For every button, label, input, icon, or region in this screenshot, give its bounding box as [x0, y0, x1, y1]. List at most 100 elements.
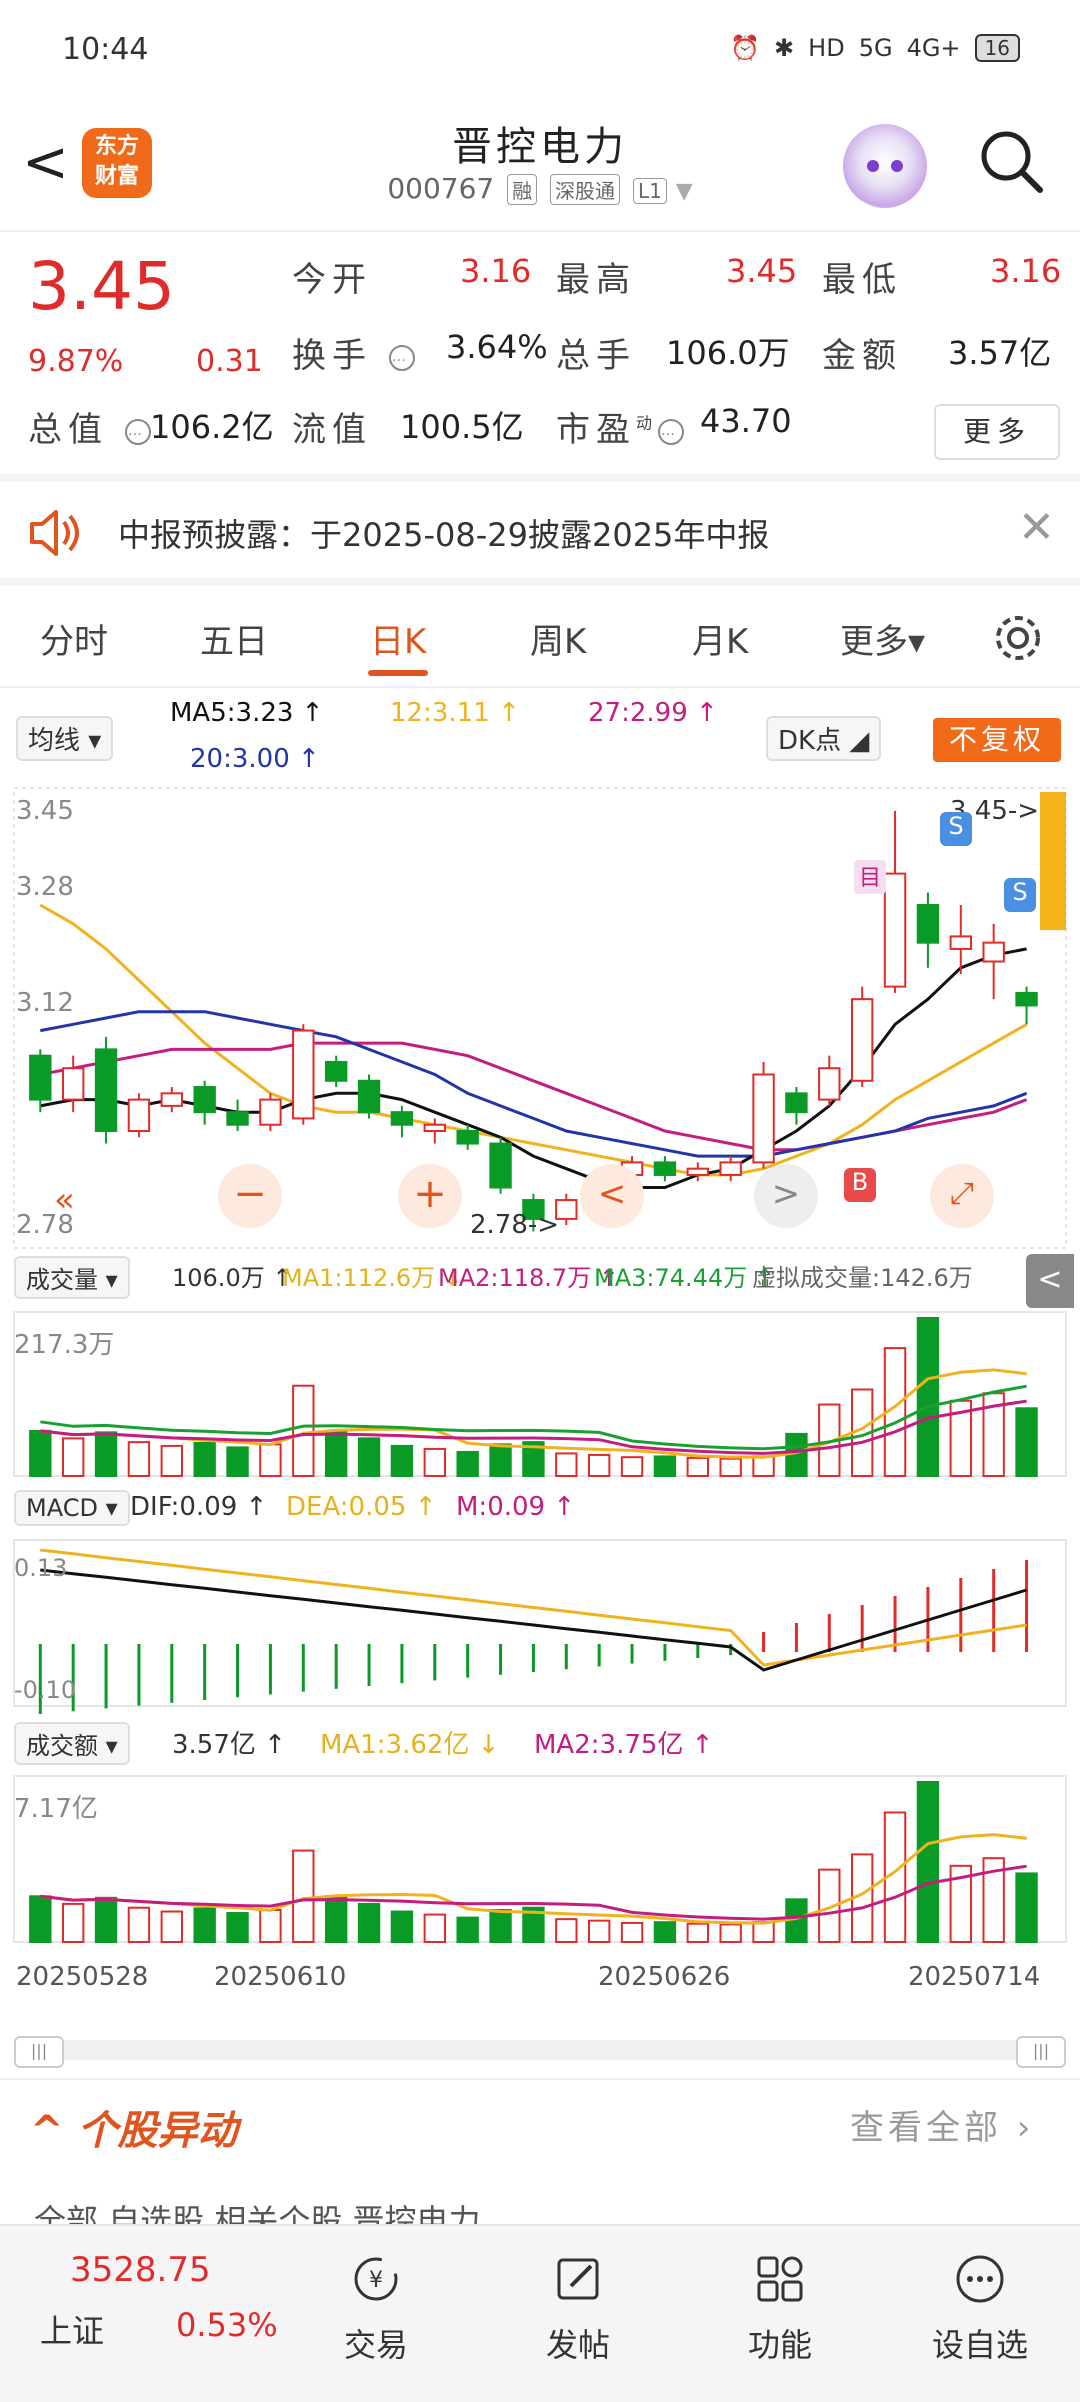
candle-body: [916, 904, 940, 944]
function-button[interactable]: 功能: [720, 2252, 840, 2366]
candle-body: [653, 1161, 677, 1176]
info-icon: …: [388, 344, 415, 371]
amount-label: 金额: [822, 336, 902, 376]
volume-bar: [61, 1437, 85, 1478]
current-price: 3.45: [28, 248, 175, 325]
rewind-icon[interactable]: «: [54, 1180, 75, 1220]
date-label-3: 20250626: [598, 1962, 731, 1992]
macd-select[interactable]: MACD ▾: [14, 1490, 130, 1526]
price-low-marker: 2.78->: [470, 1210, 560, 1240]
period-tabs: 分时 五日 日K 周K 月K 更多▾: [0, 586, 1080, 686]
zoom-out-button[interactable]: −: [218, 1164, 282, 1228]
volume-max-label: 217.3万: [14, 1330, 115, 1360]
amount-bar: [357, 1902, 381, 1944]
tab-week-k[interactable]: 周K: [530, 614, 586, 663]
candle-body: [160, 1092, 183, 1107]
scroll-right-button[interactable]: >: [754, 1164, 818, 1228]
candle-body: [818, 1067, 841, 1101]
sell-signal-1[interactable]: S: [940, 812, 972, 846]
macd-panel: [13, 1539, 1067, 1714]
volume-bar: [555, 1452, 578, 1478]
date-label-2: 20250610: [214, 1962, 347, 1992]
robot-assistant-icon[interactable]: [843, 124, 927, 208]
open-value: 3.16: [460, 252, 532, 290]
amount-bar: [686, 1922, 709, 1943]
tag-level: L1: [632, 178, 667, 204]
amount-select[interactable]: 成交额 ▾: [14, 1722, 130, 1765]
open-label: 今开: [292, 260, 372, 300]
macd-dea: DEA:0.05 ↑: [286, 1492, 437, 1522]
amount-bar: [193, 1907, 216, 1944]
zoom-in-button[interactable]: +: [398, 1164, 462, 1228]
volume-bar: [160, 1444, 183, 1478]
adjust-mode-button[interactable]: 不复权: [933, 718, 1061, 762]
ma12-legend: 12:3.11 ↑: [390, 698, 520, 728]
amt-ma1: MA1:3.62亿 ↓: [320, 1730, 500, 1760]
target-marker[interactable]: 目: [854, 860, 886, 894]
yen-exchange-icon: ¥: [354, 2257, 398, 2301]
total-cap-label: 总值 …: [28, 402, 151, 451]
buy-signal[interactable]: B: [844, 1168, 876, 1202]
quote-panel: 3.45 9.87% 0.31 今开 3.16 最高 3.45 最低 3.16 …: [0, 232, 1080, 472]
candle-body: [390, 1111, 414, 1126]
tab-day-k[interactable]: 日K: [370, 614, 426, 663]
volume-bar: [357, 1437, 381, 1478]
bottom-bar: 3528.75 上证 0.53% ¥ 交易 发帖 功能 设自选: [0, 2224, 1080, 2402]
gear-icon[interactable]: [990, 610, 1046, 666]
scroll-left-button[interactable]: <: [580, 1164, 644, 1228]
tab-five-day[interactable]: 五日: [200, 614, 268, 663]
chart-scrollbar[interactable]: [14, 2040, 1066, 2060]
amount-bar: [127, 1906, 151, 1943]
volume-bar: [29, 1429, 52, 1477]
ma20-line: [40, 1010, 1028, 1158]
pe-label: 市盈动…: [556, 402, 685, 451]
amount-bar: [916, 1781, 940, 1943]
amount-bar: [456, 1916, 479, 1943]
volume-bar: [292, 1384, 315, 1478]
scroll-handle-right[interactable]: |||: [1016, 2036, 1066, 2068]
view-all-link[interactable]: 查看全部 ›: [850, 2100, 1034, 2149]
tab-more[interactable]: 更多▾: [840, 614, 925, 663]
volume-select[interactable]: 成交量 ▾: [14, 1256, 130, 1299]
volume-value: 106.0万: [666, 334, 790, 372]
speaker-icon: [30, 510, 79, 556]
post-button[interactable]: 发帖: [518, 2252, 638, 2366]
expand-panel-icon[interactable]: <: [1026, 1254, 1074, 1308]
section-divider: [0, 2078, 1080, 2080]
candle-body: [29, 1054, 52, 1101]
dk-point-toggle[interactable]: DK点 ◢: [766, 716, 882, 761]
add-watchlist-button[interactable]: 设自选: [920, 2252, 1040, 2366]
scroll-handle-left[interactable]: |||: [14, 2036, 64, 2068]
amount-bar: [390, 1910, 414, 1943]
kline-chart[interactable]: [0, 780, 1080, 2070]
sell-signal-2[interactable]: S: [1004, 878, 1036, 912]
vol-ma1: MA1:112.6万 ↓: [282, 1264, 463, 1292]
index-value[interactable]: 3528.75: [70, 2250, 211, 2290]
amount-bar: [653, 1921, 677, 1943]
tab-intraday[interactable]: 分时: [40, 614, 108, 663]
tab-month-k[interactable]: 月K: [692, 614, 748, 663]
price-axis-mid2: 3.12: [16, 988, 74, 1018]
ma-select-dropdown[interactable]: 均线 ▾: [16, 716, 114, 761]
vol-ma3: MA3:74.44万 ↑: [594, 1264, 775, 1292]
candle-body: [949, 935, 972, 950]
amount-bar: [292, 1849, 315, 1943]
notice-bar[interactable]: 中报预披露：于2025-08-29披露2025年中报 ✕: [0, 482, 1080, 582]
amount-value: 3.57亿: [948, 334, 1052, 372]
search-icon[interactable]: [976, 126, 1046, 196]
amount-bar: [423, 1913, 446, 1943]
macd-m: M:0.09 ↑: [456, 1492, 576, 1522]
low-label: 最低: [822, 260, 902, 300]
amount-bar: [29, 1895, 52, 1944]
fullscreen-icon[interactable]: ⤢: [930, 1164, 994, 1228]
candle-body: [982, 941, 1005, 963]
limit-up-band: [1040, 792, 1066, 931]
close-icon[interactable]: ✕: [1018, 502, 1055, 553]
more-button[interactable]: 更多: [934, 404, 1060, 460]
amt-ma2: MA2:3.75亿 ↑: [534, 1730, 714, 1760]
macd-bottom-label: -0.10: [14, 1676, 77, 1704]
volume-bar: [456, 1450, 479, 1478]
candle-body: [226, 1111, 249, 1126]
index-name[interactable]: 上证: [40, 2306, 104, 2352]
trade-button[interactable]: ¥ 交易: [316, 2252, 436, 2366]
